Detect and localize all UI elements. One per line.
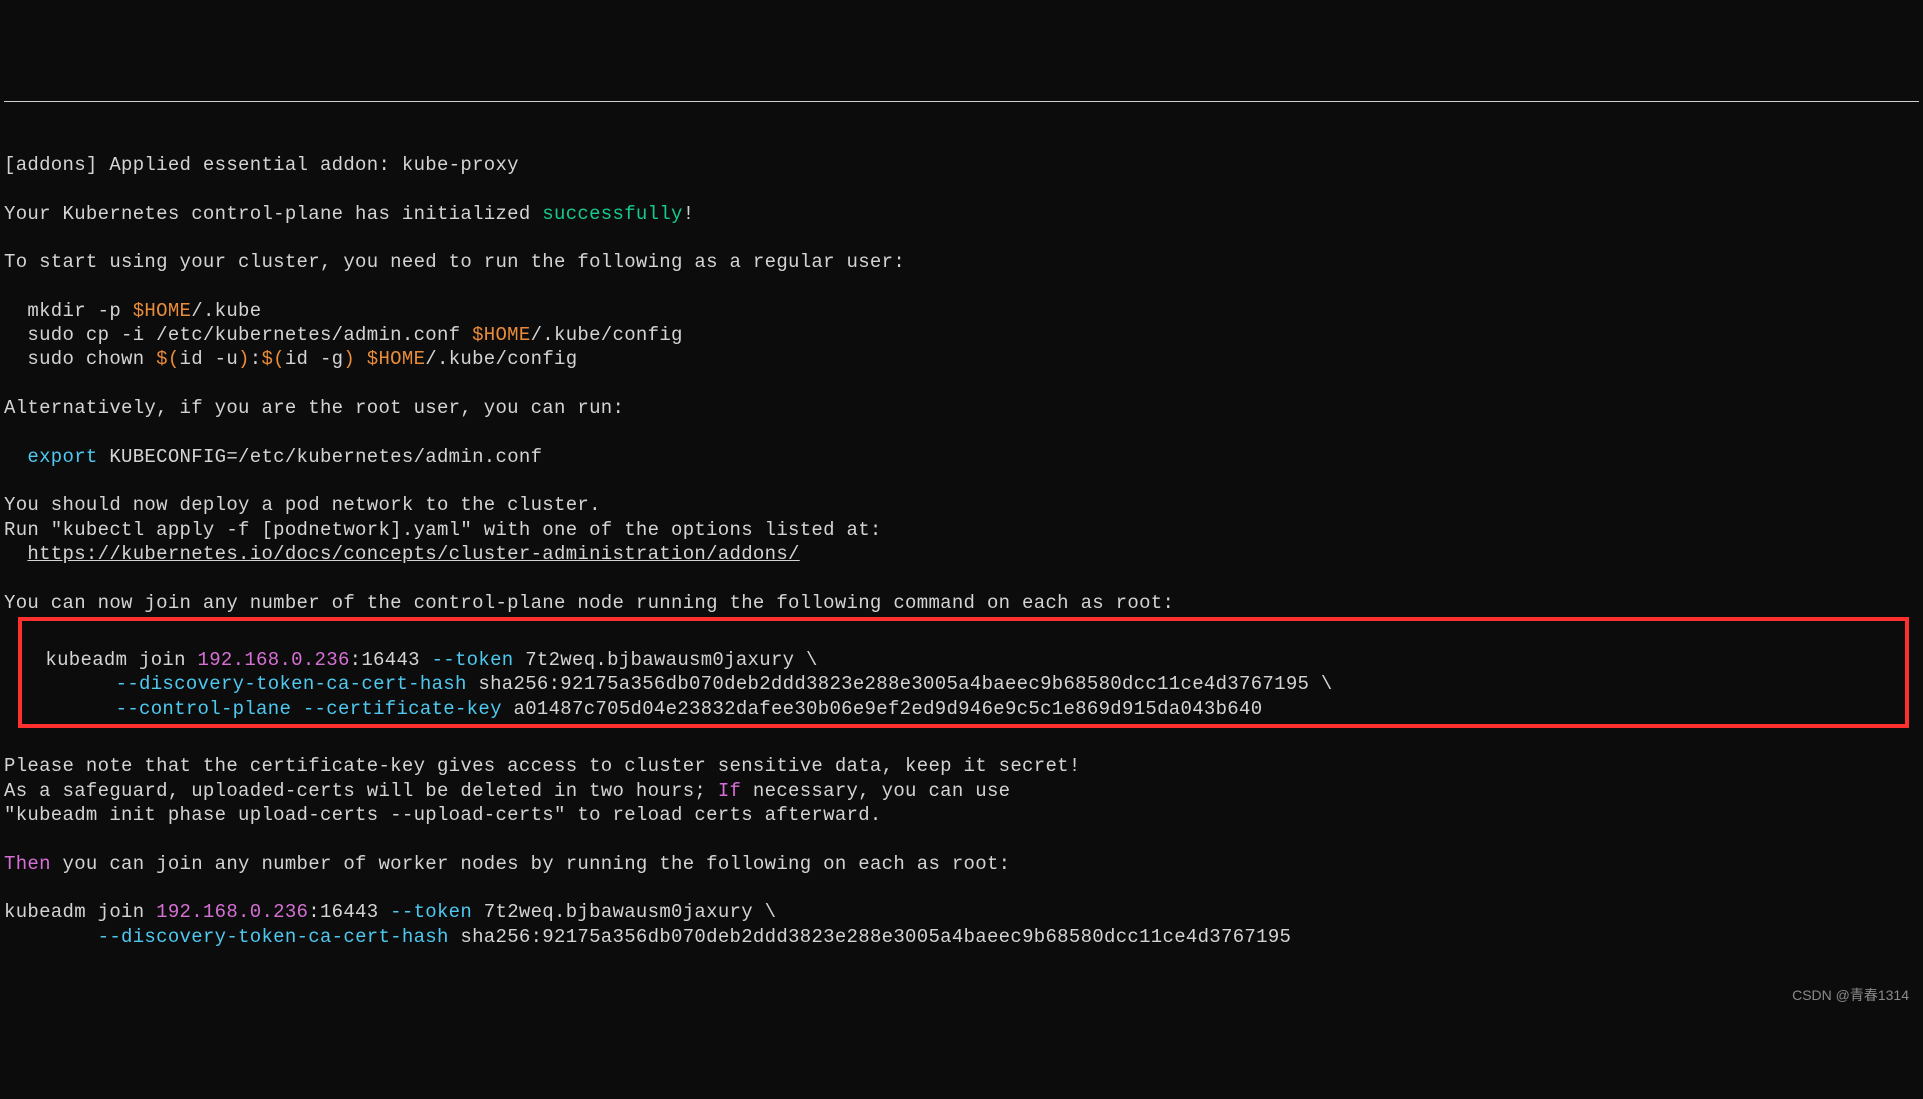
output-line: Then you can join any number of worker n… [4,853,1010,875]
output-line: Your Kubernetes control-plane has initia… [4,203,694,225]
output-line: To start using your cluster, you need to… [4,251,905,273]
cli-flag: --token [390,901,472,923]
ip-address: 192.168.0.236 [198,649,350,671]
join-command-line: --control-plane --certificate-key a01487… [22,698,1262,720]
subst-close: ) [343,348,355,370]
join-command-line: --discovery-token-ca-cert-hash sha256:92… [22,673,1333,695]
output-line: mkdir -p $HOME/.kube [4,300,261,322]
output-line: Run "kubectl apply -f [podnetwork].yaml"… [4,519,882,541]
output-line: Alternatively, if you are the root user,… [4,397,624,419]
cli-flag: --discovery-token-ca-cert-hash [116,673,467,695]
output-line: [addons] Applied essential addon: kube-p… [4,154,519,176]
cli-flag: --token [432,649,514,671]
output-line: "kubeadm init phase upload-certs --uploa… [4,804,882,826]
output-line: You should now deploy a pod network to t… [4,494,601,516]
output-line: https://kubernetes.io/docs/concepts/clus… [4,543,800,565]
status-success: successfully [542,203,682,225]
subst-close: ) [238,348,250,370]
env-var: $HOME [133,300,192,322]
env-var: $HOME [472,324,531,346]
subst-open: $( [156,348,179,370]
env-var: $HOME [367,348,426,370]
subst-open: $( [261,348,284,370]
highlighted-command-box: kubeadm join 192.168.0.236:16443 --token… [18,617,1909,728]
join-command-line: kubeadm join 192.168.0.236:16443 --token… [4,901,776,923]
join-command-line: --discovery-token-ca-cert-hash sha256:92… [4,926,1291,948]
cli-flag: --certificate-key [303,698,502,720]
output-line: export KUBECONFIG=/etc/kubernetes/admin.… [4,446,542,468]
join-command-line: kubeadm join 192.168.0.236:16443 --token… [22,649,818,671]
output-line: Please note that the certificate-key giv… [4,755,1081,777]
output-line: sudo chown $(id -u):$(id -g) $HOME/.kube… [4,348,577,370]
terminal-output[interactable]: [addons] Applied essential addon: kube-p… [4,129,1919,949]
docs-link[interactable]: https://kubernetes.io/docs/concepts/clus… [27,543,799,565]
watermark-text: CSDN @青春1314 [1792,987,1909,1005]
output-line: As a safeguard, uploaded-certs will be d… [4,780,1010,802]
cli-flag: --control-plane [116,698,292,720]
output-line: You can now join any number of the contr… [4,592,1174,614]
cli-flag: --discovery-token-ca-cert-hash [98,926,449,948]
keyword-export: export [27,446,97,468]
output-line: sudo cp -i /etc/kubernetes/admin.conf $H… [4,324,683,346]
keyword-then: Then [4,853,51,875]
keyword-if: If [718,780,741,802]
ip-address: 192.168.0.236 [156,901,308,923]
